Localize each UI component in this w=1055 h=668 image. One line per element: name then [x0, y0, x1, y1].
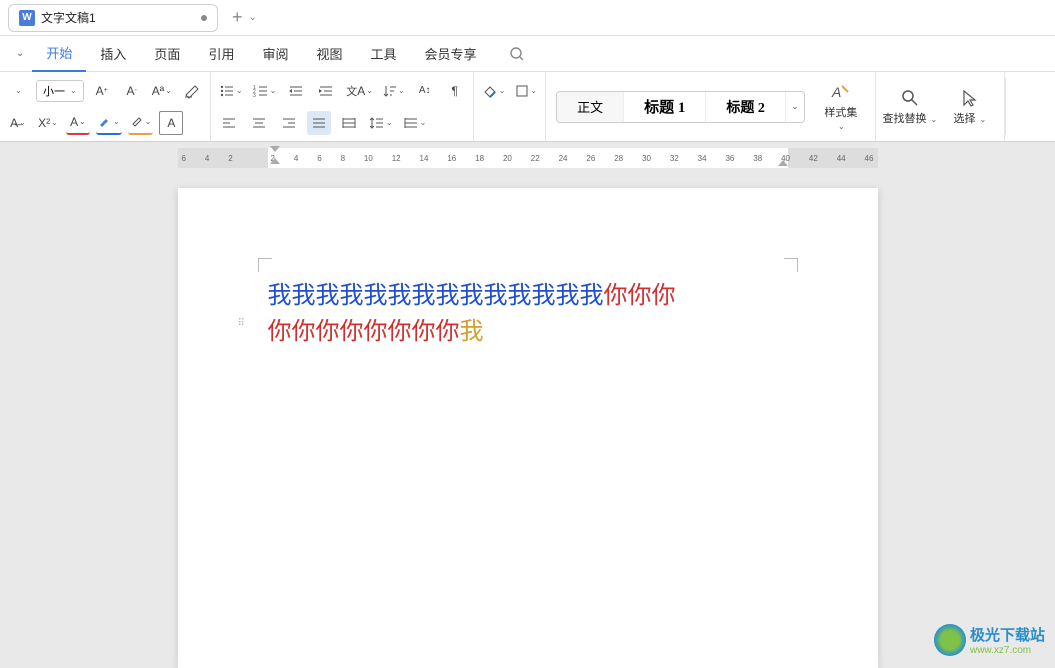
- text-gold: 我: [460, 319, 484, 345]
- text-red-2: 你你你你你你你你: [268, 319, 460, 345]
- document-page[interactable]: ⠿ 我我我我我我我我我我我我我我你你你 你你你你你你你你我: [178, 188, 878, 668]
- right-indent-marker-icon[interactable]: [778, 156, 788, 166]
- numbering-icon[interactable]: 123⌄: [251, 79, 279, 103]
- tab-stops-icon[interactable]: ⌄: [401, 111, 429, 135]
- menu-review[interactable]: 审阅: [248, 36, 302, 72]
- change-case-icon[interactable]: Aª⌄: [150, 79, 174, 103]
- find-replace-button[interactable]: 查找替换 ⌄: [882, 88, 938, 126]
- clear-format-icon[interactable]: [180, 79, 204, 103]
- text-blue: 我我我我我我我我我我我我我我: [268, 283, 604, 309]
- watermark: 极光下载站 www.xz7.com: [934, 624, 1045, 656]
- modified-dot-icon: [201, 15, 207, 21]
- style-heading2[interactable]: 标题 2: [706, 92, 786, 122]
- style-heading1[interactable]: 标题 1: [624, 92, 706, 122]
- horizontal-ruler[interactable]: 6422468101214161820222426283032343638404…: [178, 148, 878, 168]
- ruler-numbers: 6422468101214161820222426283032343638404…: [178, 148, 878, 168]
- style-set-label: 样式集: [824, 104, 857, 120]
- decrease-indent-icon[interactable]: [284, 79, 308, 103]
- font-family-dropdown[interactable]: ⌄: [6, 79, 30, 103]
- file-menu-dropdown-icon[interactable]: ⌄: [8, 48, 32, 59]
- paragraph-handle-icon[interactable]: ⠿: [238, 318, 243, 329]
- font-size-value: 小一: [43, 83, 65, 99]
- borders-icon[interactable]: ⌄: [513, 79, 539, 103]
- align-left-icon[interactable]: [217, 111, 241, 135]
- indent-marker-icon[interactable]: [270, 146, 280, 156]
- cursor-icon: [960, 88, 980, 108]
- line-spacing-icon[interactable]: ⌄: [367, 111, 395, 135]
- doc-icon: W: [19, 10, 35, 26]
- increase-font-icon[interactable]: A+: [90, 79, 114, 103]
- align-justify-icon[interactable]: [307, 111, 331, 135]
- ruler-area: 6422468101214161820222426283032343638404…: [0, 142, 1055, 168]
- toolbar: ⌄ 小一⌄ A+ A- Aª⌄ A̶⌄ X²⌄ A⌄ ⌄ ⌄ A ⌄ 123⌄ …: [0, 72, 1055, 142]
- font-size-dropdown[interactable]: 小一⌄: [36, 80, 84, 102]
- editing-group: 查找替换 ⌄ 选择 ⌄: [876, 72, 1005, 141]
- chevron-down-icon: ⌄: [838, 122, 845, 131]
- select-button[interactable]: 选择 ⌄: [942, 88, 998, 126]
- workspace: ⠿ 我我我我我我我我我我我我我我你你你 你你你你你你你你我: [0, 168, 1055, 668]
- increase-indent-icon[interactable]: [314, 79, 338, 103]
- show-marks-icon[interactable]: ¶: [443, 79, 467, 103]
- menu-start[interactable]: 开始: [32, 36, 86, 72]
- svg-text:A: A: [831, 84, 841, 100]
- styles-group: 正文 标题 1 标题 2 ⌄ A 样式集 ⌄: [546, 72, 876, 141]
- font-group: ⌄ 小一⌄ A+ A- Aª⌄ A̶⌄ X²⌄ A⌄ ⌄ ⌄ A: [0, 72, 211, 141]
- menu-member[interactable]: 会员专享: [411, 36, 491, 72]
- svg-text:3: 3: [253, 93, 256, 98]
- watermark-logo-icon: [934, 624, 966, 656]
- menu-page[interactable]: 页面: [140, 36, 194, 72]
- styles-gallery: 正文 标题 1 标题 2 ⌄: [556, 91, 805, 123]
- document-tab[interactable]: W 文字文稿1: [8, 4, 218, 32]
- search-icon: [900, 88, 920, 108]
- new-tab-dropdown-icon[interactable]: ⌄: [249, 12, 257, 23]
- style-normal[interactable]: 正文: [557, 92, 624, 122]
- align-distributed-icon[interactable]: [337, 111, 361, 135]
- watermark-title: 极光下载站: [970, 624, 1045, 645]
- text-direction-icon[interactable]: 文A⌄: [344, 79, 375, 103]
- menu-view[interactable]: 视图: [302, 36, 356, 72]
- style-set-icon: A: [830, 82, 852, 102]
- style-set-button[interactable]: A 样式集 ⌄: [813, 82, 869, 131]
- menu-tools[interactable]: 工具: [356, 36, 410, 72]
- highlight-icon[interactable]: ⌄: [128, 111, 154, 135]
- font-color-icon[interactable]: A⌄: [66, 111, 90, 135]
- doc-line-2[interactable]: 你你你你你你你你我: [268, 314, 788, 350]
- margin-corner-tr: [784, 258, 798, 272]
- decrease-font-icon[interactable]: A-: [120, 79, 144, 103]
- find-replace-label: 查找替换: [882, 113, 926, 125]
- margin-corner-tl: [258, 258, 272, 272]
- text-red: 你你你: [604, 283, 676, 309]
- doc-line-1[interactable]: 我我我我我我我我我我我我我我你你你: [268, 278, 788, 314]
- menu-reference[interactable]: 引用: [194, 36, 248, 72]
- search-icon[interactable]: [505, 42, 529, 66]
- strikethrough-icon[interactable]: A̶⌄: [6, 111, 30, 135]
- bullets-icon[interactable]: ⌄: [217, 79, 245, 103]
- align-right-icon[interactable]: [277, 111, 301, 135]
- new-tab-button[interactable]: +: [232, 7, 243, 28]
- sort-icon[interactable]: ⌄: [381, 79, 407, 103]
- styles-more-icon[interactable]: ⌄: [786, 92, 804, 122]
- titlebar: W 文字文稿1 + ⌄: [0, 0, 1055, 36]
- paragraph-group: ⌄ 123⌄ 文A⌄ ⌄ A↕ ¶ ⌄ ⌄: [211, 72, 474, 141]
- brush-format-icon[interactable]: ⌄: [96, 111, 122, 135]
- menubar: ⌄ 开始 插入 页面 引用 审阅 视图 工具 会员专享: [0, 36, 1055, 72]
- select-label: 选择: [953, 113, 975, 125]
- tab-title: 文字文稿1: [41, 9, 195, 26]
- menu-insert[interactable]: 插入: [86, 36, 140, 72]
- watermark-url: www.xz7.com: [970, 645, 1045, 656]
- shading-icon[interactable]: ⌄: [480, 79, 508, 103]
- char-shading-icon[interactable]: A: [159, 111, 183, 135]
- align-center-icon[interactable]: [247, 111, 271, 135]
- borders-group: ⌄ ⌄: [474, 72, 546, 141]
- toolbar-divider: [1005, 78, 1006, 135]
- asian-layout-icon[interactable]: A↕: [413, 79, 437, 103]
- superscript-icon[interactable]: X²⌄: [36, 111, 60, 135]
